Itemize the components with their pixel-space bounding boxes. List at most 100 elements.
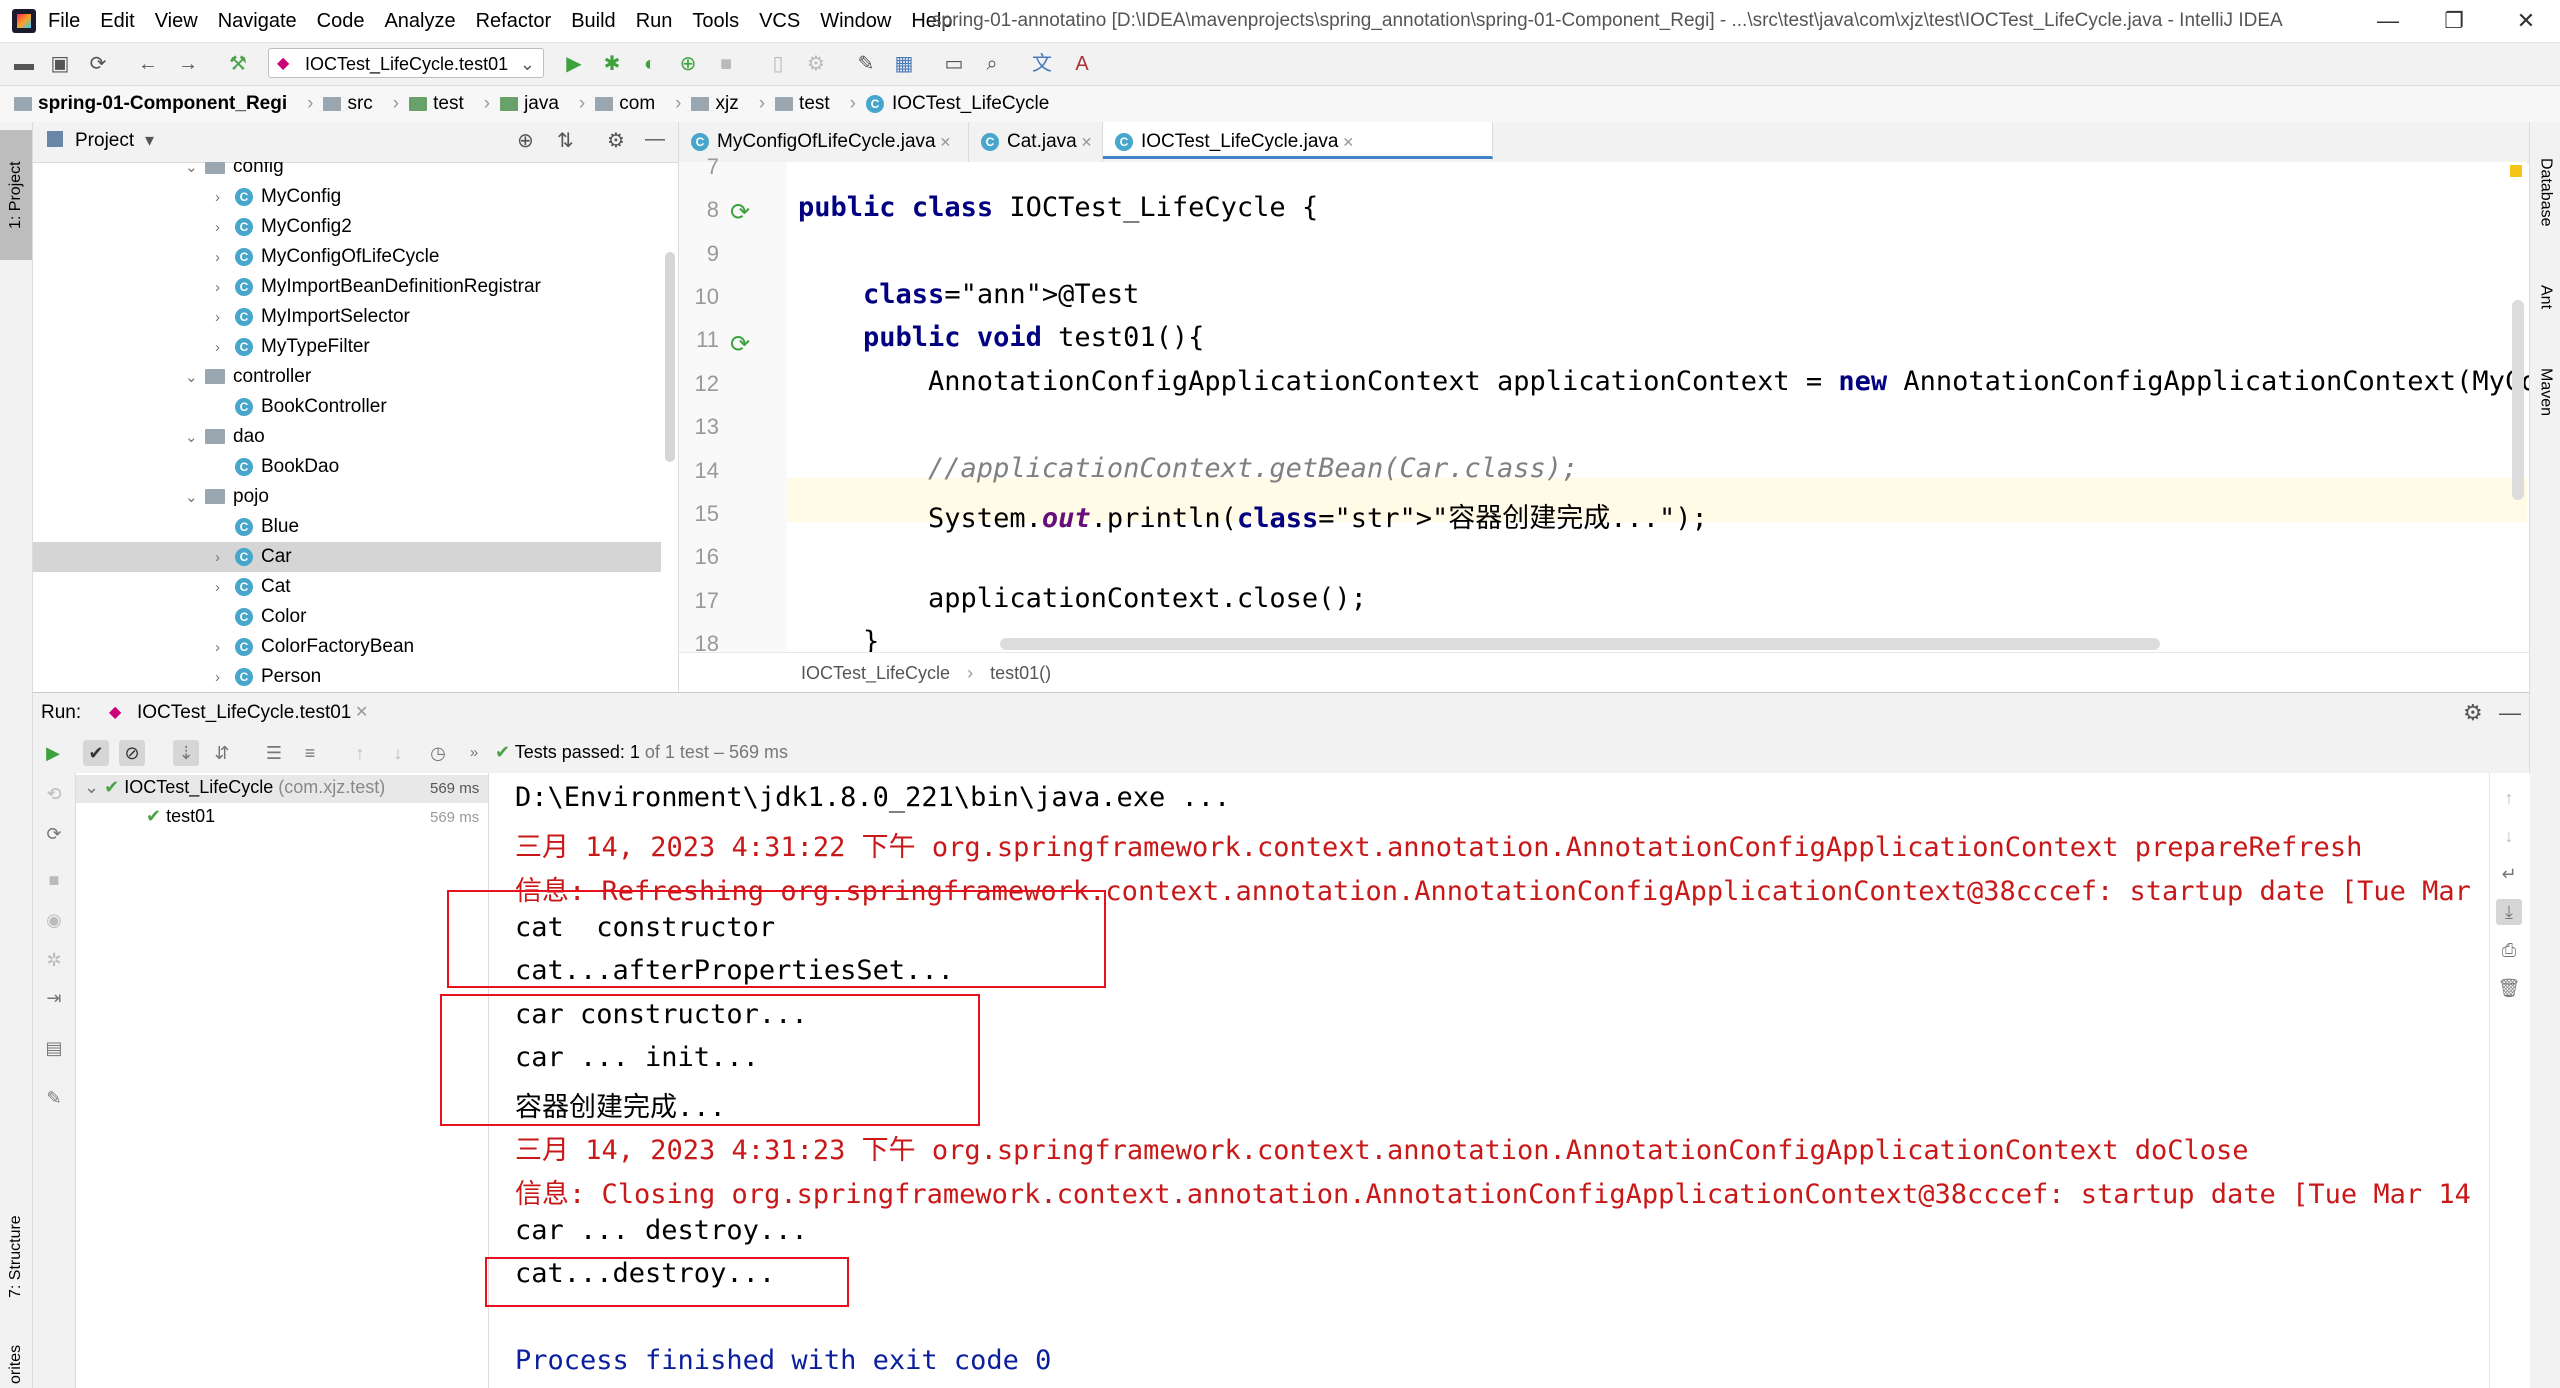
- chevron-right-icon[interactable]: ›: [215, 543, 235, 573]
- history-clock-icon[interactable]: ◷: [425, 740, 451, 766]
- wrench-icon[interactable]: ✎: [852, 50, 880, 78]
- sort-alpha-icon[interactable]: ⇣: [173, 740, 199, 766]
- menu-file[interactable]: File: [48, 10, 80, 33]
- chevron-down-icon[interactable]: ⌄: [185, 423, 205, 453]
- tree-item-colorfactorybean[interactable]: › C ColorFactoryBean: [215, 632, 414, 662]
- tree-item-myimportselector[interactable]: › C MyImportSelector: [215, 302, 410, 332]
- hide-panel-icon[interactable]: —: [645, 128, 665, 151]
- pin-icon[interactable]: ✎: [41, 1085, 67, 1111]
- tree-item-myconfigoflifecycle[interactable]: › C MyConfigOfLifeCycle: [215, 242, 439, 272]
- structure-tool-tab[interactable]: 7: Structure: [0, 1182, 32, 1332]
- coverage-icon[interactable]: ◐: [636, 50, 664, 78]
- menu-refactor[interactable]: Refactor: [476, 10, 552, 33]
- show-passed-icon[interactable]: ✔: [83, 740, 109, 766]
- menu-window[interactable]: Window: [820, 10, 891, 33]
- close-tab-icon[interactable]: ✕: [1077, 134, 1093, 150]
- run-configuration-select[interactable]: ◆ IOCTest_LifeCycle.test01 ⌄: [268, 48, 544, 78]
- run-tab[interactable]: IOCTest_LifeCycle.test01: [137, 702, 351, 724]
- tree-item-person[interactable]: › C Person: [215, 662, 321, 692]
- project-scrollbar[interactable]: [665, 252, 675, 462]
- tree-item-myimportbeandefinitionregistrar[interactable]: › C MyImportBeanDefinitionRegistrar: [215, 272, 541, 302]
- terminal-icon[interactable]: ▭: [940, 50, 968, 78]
- chevron-down-icon[interactable]: ▾: [145, 130, 154, 151]
- menu-navigate[interactable]: Navigate: [218, 10, 297, 33]
- show-ignored-icon[interactable]: ⊘: [119, 740, 145, 766]
- locate-icon[interactable]: ⊕: [517, 128, 534, 153]
- rerun-failed-icon[interactable]: ⟲: [41, 781, 67, 807]
- gear-icon[interactable]: ⚙: [607, 128, 625, 153]
- chevron-right-icon[interactable]: ›: [215, 183, 235, 213]
- tree-item-blue[interactable]: C Blue: [215, 512, 299, 542]
- minimize-button[interactable]: —: [2358, 0, 2418, 42]
- tree-item-color[interactable]: C Color: [215, 602, 306, 632]
- save-icon[interactable]: ▣: [46, 50, 74, 78]
- chevron-right-icon[interactable]: ›: [215, 663, 235, 692]
- hide-panel-icon[interactable]: —: [2499, 700, 2521, 726]
- forward-arrow-icon[interactable]: →: [174, 50, 202, 78]
- run-test-gutter-icon[interactable]: ⟳: [730, 330, 750, 359]
- favorites-tool-tab[interactable]: orites: [0, 1340, 32, 1388]
- run-icon[interactable]: ▶: [560, 50, 588, 78]
- code-horizontal-scrollbar[interactable]: [1000, 638, 2160, 650]
- rerun-icon[interactable]: ▶: [40, 740, 66, 766]
- tree-item-bookdao[interactable]: C BookDao: [215, 452, 339, 482]
- up-arrow-icon[interactable]: ↑: [2496, 785, 2522, 811]
- breadcrumb-src[interactable]: src: [323, 93, 373, 115]
- camera-icon[interactable]: ◉: [41, 907, 67, 933]
- collapse-all-icon[interactable]: ≡: [297, 740, 323, 766]
- tree-item-pojo[interactable]: ⌄ pojo: [185, 482, 269, 512]
- translate-icon[interactable]: 文: [1028, 50, 1056, 78]
- chevron-right-icon[interactable]: ›: [215, 243, 235, 273]
- attach-icon[interactable]: ▯: [764, 50, 792, 78]
- open-folder-icon[interactable]: ▬: [10, 50, 38, 78]
- trash-icon[interactable]: 🗑: [2496, 975, 2522, 1001]
- translate-replace-icon[interactable]: A: [1068, 50, 1096, 78]
- gear-icon[interactable]: ⚙: [2463, 700, 2483, 726]
- stop-icon[interactable]: ■: [712, 50, 740, 78]
- dump-threads-icon[interactable]: ✲: [41, 947, 67, 973]
- chevron-right-icon[interactable]: ›: [215, 633, 235, 663]
- breadcrumb-class[interactable]: C IOCTest_LifeCycle: [866, 93, 1049, 115]
- code-editor[interactable]: [787, 162, 2527, 652]
- inspection-status-icon[interactable]: [2510, 165, 2522, 177]
- menu-analyze[interactable]: Analyze: [384, 10, 455, 33]
- project-structure-icon[interactable]: ▦: [890, 50, 918, 78]
- menu-vcs[interactable]: VCS: [759, 10, 800, 33]
- maximize-button[interactable]: ❐: [2424, 0, 2484, 42]
- soft-wrap-icon[interactable]: ↵: [2496, 861, 2522, 887]
- chevron-right-icon[interactable]: ›: [215, 213, 235, 243]
- expand-all-icon[interactable]: ☰: [261, 740, 287, 766]
- menu-tools[interactable]: Tools: [692, 10, 739, 33]
- editor-tab[interactable]: C MyConfigOfLifeCycle.java ✕: [679, 122, 969, 162]
- test-case-row[interactable]: ✔ test01: [146, 806, 215, 827]
- print-icon[interactable]: ⎙: [2496, 937, 2522, 963]
- menu-edit[interactable]: Edit: [100, 10, 134, 33]
- tree-item-myconfig2[interactable]: › C MyConfig2: [215, 212, 352, 242]
- search-icon[interactable]: ⌕: [978, 50, 1006, 78]
- test-suite-row[interactable]: ⌄ ✔ IOCTest_LifeCycle (com.xjz.test): [84, 777, 385, 798]
- tree-item-config[interactable]: ⌄ config: [185, 162, 284, 182]
- close-tab-icon[interactable]: ✕: [1338, 134, 1354, 150]
- chevron-right-icon[interactable]: ›: [215, 273, 235, 303]
- tree-item-cat[interactable]: › C Cat: [215, 572, 291, 602]
- build-hammer-icon[interactable]: ⚒: [224, 50, 252, 78]
- toggle-auto-test-icon[interactable]: ⟳: [41, 821, 67, 847]
- breadcrumb-xjz[interactable]: xjz: [691, 93, 739, 115]
- breadcrumb-class-name[interactable]: IOCTest_LifeCycle: [801, 663, 950, 683]
- previous-failed-icon[interactable]: ↑: [347, 740, 373, 766]
- chevron-right-icon[interactable]: ›: [215, 303, 235, 333]
- tree-item-mytypefilter[interactable]: › C MyTypeFilter: [215, 332, 370, 362]
- chevron-down-icon[interactable]: ⌄: [185, 483, 205, 513]
- scroll-to-end-icon[interactable]: ⤓: [2496, 899, 2522, 925]
- sync-icon[interactable]: ⟳: [84, 50, 112, 78]
- chevron-down-icon[interactable]: ⌄: [185, 162, 205, 183]
- breadcrumb-test-package[interactable]: test: [775, 93, 830, 115]
- tree-item-bookcontroller[interactable]: C BookController: [215, 392, 387, 422]
- breadcrumb-com[interactable]: com: [595, 93, 655, 115]
- ant-tool-tab[interactable]: Ant: [2530, 262, 2560, 332]
- breadcrumb-test[interactable]: test: [409, 93, 464, 115]
- collapse-all-icon[interactable]: ⇅: [557, 128, 574, 153]
- menu-view[interactable]: View: [155, 10, 198, 33]
- chevron-right-icon[interactable]: ›: [215, 573, 235, 603]
- import-tests-icon[interactable]: ⇥: [41, 985, 67, 1011]
